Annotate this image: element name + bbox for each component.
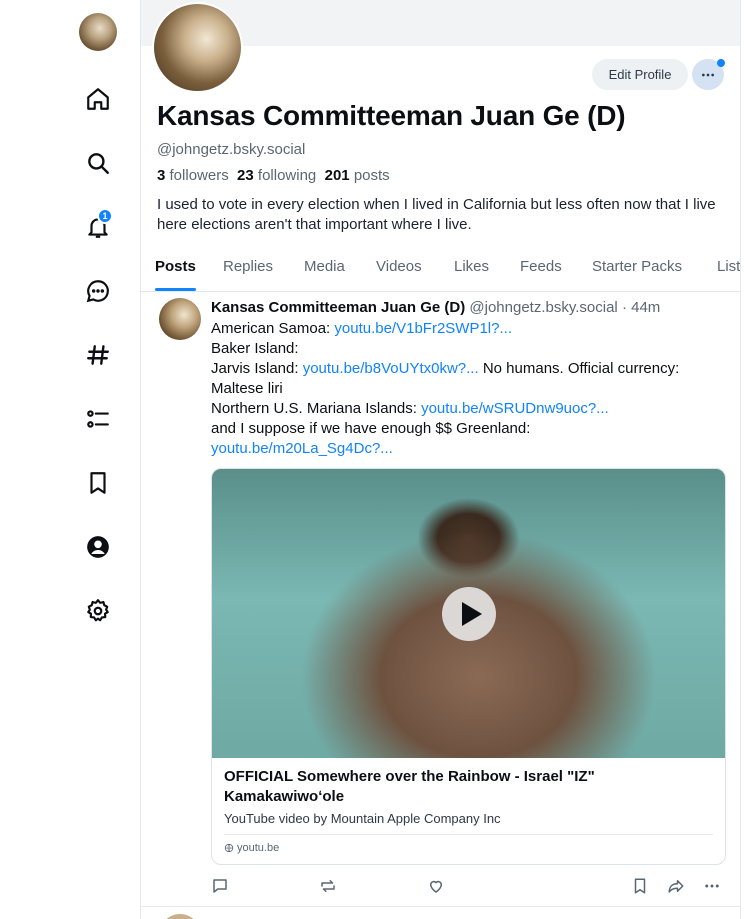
profile-stats: 3 followers 23 following 201 posts [157,167,390,184]
video-embed-card[interactable]: OFFICIAL Somewhere over the Rainbow - Is… [211,468,726,865]
profile-bio: I used to vote in every election when I … [157,196,716,233]
post-author[interactable]: Kansas Committeeman Juan Ge (D) [211,299,465,316]
tab-feeds[interactable]: Feeds [520,258,562,275]
profile-handle: @johngetz.bsky.social [157,141,306,158]
ellipsis-icon [705,884,719,888]
profile-tabs: Posts Replies Media Videos Likes Feeds S… [141,250,740,292]
profile-avatar[interactable] [152,2,243,93]
tab-media[interactable]: Media [304,258,345,275]
reply-button[interactable] [210,876,230,896]
post-link[interactable]: youtu.be/b8VoUYtx0kw?... [303,360,479,377]
active-tab-indicator [155,288,196,291]
following-link[interactable]: 23 following [237,167,316,184]
tab-replies[interactable]: Replies [223,258,273,275]
bookmark-icon[interactable] [82,467,114,499]
tab-videos[interactable]: Videos [376,258,422,275]
globe-icon [224,843,234,853]
left-divider [140,0,141,919]
bookmark-outline-icon [634,878,646,894]
play-icon [461,602,482,626]
hashtag-icon[interactable] [82,339,114,371]
nav-avatar[interactable] [79,13,117,51]
unread-dot [717,59,725,67]
like-button[interactable] [426,876,446,896]
tab-lists[interactable]: Lists [717,258,740,275]
profile-icon[interactable] [82,531,114,563]
bell-icon[interactable]: 1 [82,208,114,243]
right-divider [740,0,741,919]
tab-starter-packs[interactable]: Starter Packs [592,258,682,275]
ellipsis-icon [702,73,714,76]
post-time[interactable]: 44m [631,299,660,316]
post-handle[interactable]: @johngetz.bsky.social [469,299,617,316]
repost-icon [321,880,335,892]
heart-icon [430,880,442,893]
embed-description: YouTube video by Mountain Apple Company … [224,811,501,826]
profile-display-name: Kansas Committeeman Juan Ge (D) [157,100,626,131]
list-icon[interactable] [82,403,114,435]
home-icon[interactable] [82,83,114,115]
tab-posts[interactable]: Posts [155,258,196,275]
reply-icon [213,879,227,893]
followers-link[interactable]: 3 followers [157,167,229,184]
tab-likes[interactable]: Likes [454,258,489,275]
search-icon[interactable] [82,147,114,179]
post-divider [141,906,740,907]
notification-badge: 1 [97,208,113,224]
posts-count: 201 posts [324,167,390,184]
gear-icon[interactable] [82,595,114,627]
share-icon [668,880,684,893]
post-link[interactable]: youtu.be/m20La_Sg4Dc?... [211,440,393,457]
embed-divider [224,834,713,835]
embed-title: OFFICIAL Somewhere over the Rainbow - Is… [224,768,595,805]
next-post-avatar[interactable] [159,914,201,919]
post-link[interactable]: youtu.be/wSRUDnw9uoc?... [421,400,609,417]
repost-button[interactable] [318,876,338,896]
edit-profile-button[interactable]: Edit Profile [592,59,688,90]
post-more-button[interactable] [702,876,722,896]
post-link[interactable]: youtu.be/V1bFr2SWP1l?... [334,320,512,337]
play-button[interactable] [442,587,496,641]
video-thumbnail[interactable] [212,469,725,758]
post-avatar[interactable] [159,298,201,340]
share-button[interactable] [666,876,686,896]
post-text: American Samoa: youtu.be/V1bFr2SWP1l?...… [211,320,680,457]
post-header: Kansas Committeeman Juan Ge (D) @johnget… [211,299,661,316]
left-nav: 1 [0,0,140,919]
chat-icon[interactable] [82,275,114,307]
embed-domain: youtu.be [224,842,279,854]
bookmark-post-button[interactable] [630,876,650,896]
